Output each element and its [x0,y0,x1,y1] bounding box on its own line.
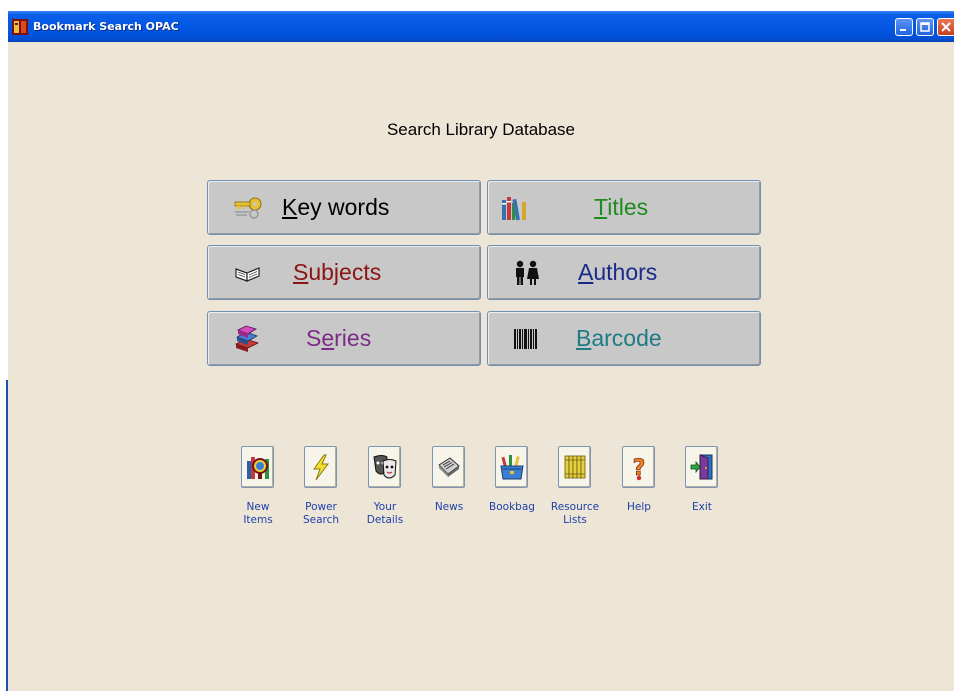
help-label: Help [627,501,651,513]
barcode-icon [514,329,537,349]
power-search-button[interactable] [304,446,337,488]
authors-button[interactable]: Authors [487,245,761,300]
power-search-label: Power Search [302,501,340,526]
minimize-button[interactable] [895,18,913,36]
new-items-label: New Items [243,501,273,526]
series-button[interactable]: Series [207,311,481,366]
bookbag-button[interactable] [495,446,528,488]
resource-lists-label: Resource Lists [550,501,600,526]
news-button[interactable] [432,446,465,488]
subjects-button[interactable]: Subjects [207,245,481,300]
book-stack-icon [234,325,260,352]
page-title: Search Library Database [386,120,576,139]
titles-label: Titles [594,194,649,220]
resource-lists-icon [564,455,586,479]
your-details-button[interactable] [368,446,401,488]
titles-button[interactable]: Titles [487,180,761,235]
close-icon [941,22,951,32]
barcode-button[interactable]: Barcode [487,311,761,366]
key-icon [234,197,262,219]
keywords-button[interactable]: Key words [207,180,481,235]
barcode-label: Barcode [576,325,662,351]
your-details-label: Your Details [366,501,404,526]
window-title: Bookmark Search OPAC [33,20,179,33]
newspaper-icon [438,457,460,477]
news-label: News [434,501,464,513]
maximize-button[interactable] [916,18,934,36]
keywords-label: Key words [282,194,390,220]
help-icon: ? [632,456,646,481]
people-icon [516,260,539,285]
window-left-edge [0,0,8,691]
close-button[interactable] [937,18,954,36]
bookbag-icon [500,455,524,480]
main-panel: Search Library Database Key words Titles… [8,42,954,691]
maximize-icon [920,22,930,32]
resource-lists-button[interactable] [558,446,591,488]
masks-icon [373,455,397,479]
exit-door-icon [690,454,713,480]
open-book-icon [235,267,260,282]
exit-button[interactable] [685,446,718,488]
subjects-label: Subjects [293,259,382,285]
new-items-button[interactable] [241,446,274,488]
help-button[interactable]: ? [622,446,655,488]
lightning-icon [313,454,329,481]
series-label: Series [306,325,372,351]
new-items-icon [247,457,269,479]
minimize-icon [900,29,906,31]
title-bar[interactable]: Bookmark Search OPAC [8,11,954,42]
books-shelf-icon [502,197,526,221]
exit-label: Exit [692,501,712,513]
application-window: Bookmark Search OPAC Search Library Data… [0,0,954,691]
bookbag-label: Bookbag [489,501,535,513]
app-logo-icon [12,19,28,35]
authors-label: Authors [578,259,658,285]
